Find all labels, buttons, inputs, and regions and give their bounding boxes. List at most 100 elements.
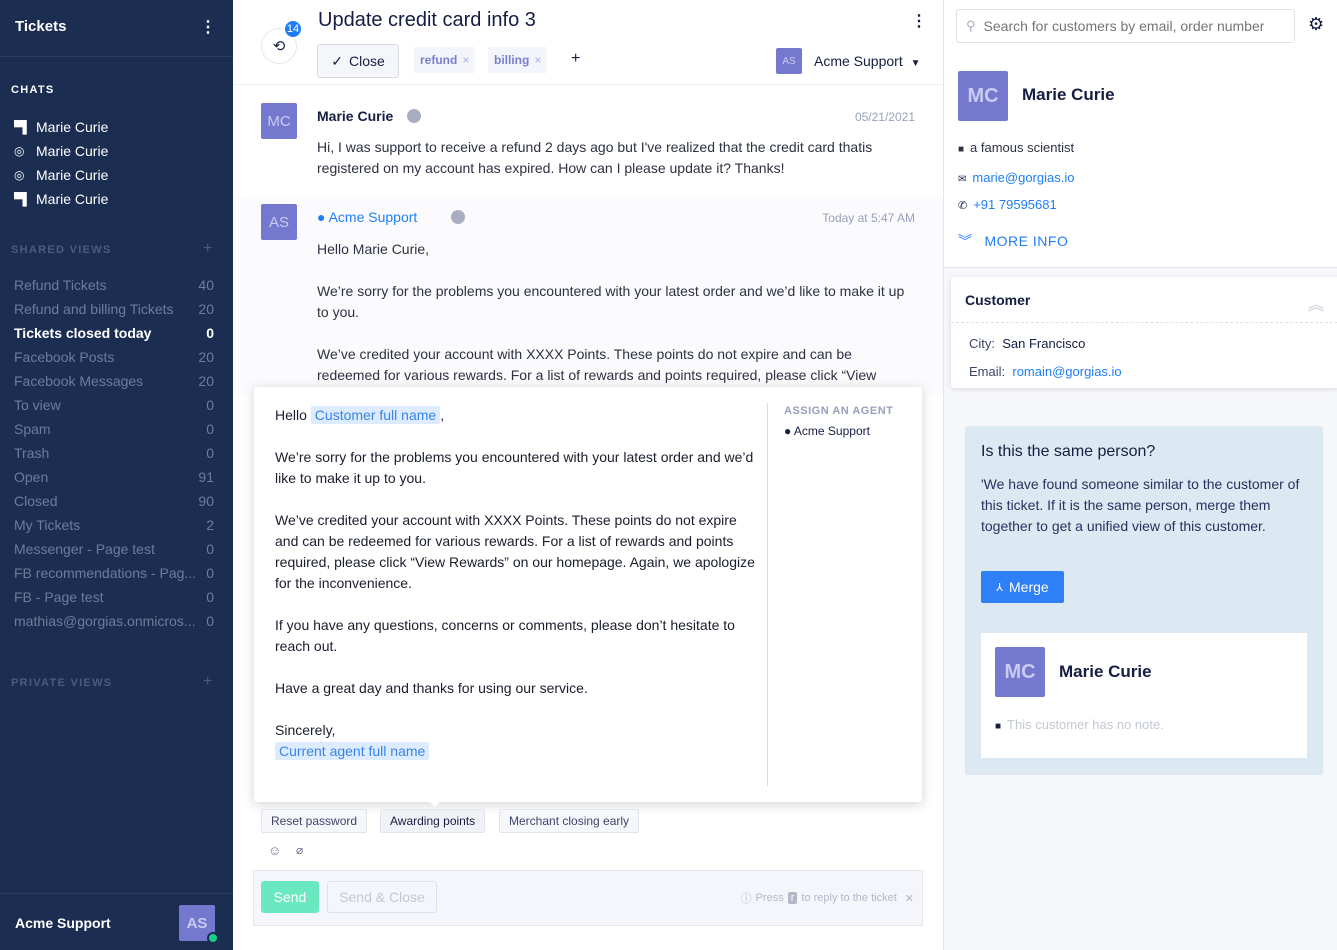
chat-icon: ▀▌ xyxy=(14,192,32,206)
send-and-close-button[interactable]: Send & Close xyxy=(327,881,437,913)
add-shared-view-icon[interactable]: + xyxy=(203,240,212,258)
message-body: Hello Marie Curie, We’re sorry for the p… xyxy=(317,239,917,386)
sidebar-view-item[interactable]: To view 0 xyxy=(14,395,214,415)
sidebar-chat-item[interactable]: ▀▌ Marie Curie xyxy=(14,189,108,209)
sidebar-chat-item[interactable]: ◎ Marie Curie xyxy=(14,141,108,161)
view-count: 20 xyxy=(198,301,214,317)
email-text: marie@gorgias.io xyxy=(972,170,1075,185)
view-label: To view xyxy=(14,397,61,413)
hint-text: Press xyxy=(755,892,784,904)
add-tag-button[interactable]: + xyxy=(571,50,580,68)
sidebar-view-item[interactable]: FB recommendations - Pag... 0 xyxy=(14,563,214,583)
sidebar-view-item[interactable]: Facebook Messages 20 xyxy=(14,371,214,391)
customer-email[interactable]: ✉ marie@gorgias.io xyxy=(958,170,1074,185)
info-icon: ⓘ xyxy=(740,893,752,905)
ticket-menu-icon[interactable]: ⋮ xyxy=(911,11,927,31)
customer-phone[interactable]: ✆ +91 79595681 xyxy=(958,197,1057,212)
macro-button[interactable]: Reset password xyxy=(261,809,368,833)
view-count: 0 xyxy=(206,565,214,581)
attachment-icon[interactable]: ⌀ xyxy=(296,843,303,857)
macro-button[interactable]: Awarding points xyxy=(380,809,486,833)
dismiss-hint-icon[interactable]: ✕ xyxy=(905,892,914,905)
divider xyxy=(0,893,233,894)
chat-name: Marie Curie xyxy=(36,191,109,207)
avatar: MC xyxy=(995,647,1045,697)
message-agent: AS ● Acme Support Today at 5:47 AM Hello… xyxy=(233,196,943,396)
customer-widget: Customer ︽ City: San Francisco Email: ro… xyxy=(951,277,1337,388)
tag-billing[interactable]: billing × xyxy=(488,47,548,73)
view-label: Messenger - Page test xyxy=(14,541,155,557)
field-label: Email: xyxy=(969,364,1006,379)
merge-icon: ⅄ xyxy=(996,581,1004,594)
city-field: City: San Francisco xyxy=(969,336,1085,351)
assign-agent-value: ● Acme Support xyxy=(784,424,870,438)
view-count: 0 xyxy=(206,445,214,461)
shared-views-heading: SHARED VIEWS xyxy=(11,244,112,256)
assignee-avatar: AS xyxy=(776,48,802,74)
agent-name-variable: Current agent full name xyxy=(275,742,430,760)
chat-name: Marie Curie xyxy=(36,143,109,159)
sidebar-view-item[interactable]: My Tickets 2 xyxy=(14,515,214,535)
merge-label: Merge xyxy=(1009,579,1049,595)
sidebar-view-item[interactable]: Facebook Posts 20 xyxy=(14,347,214,367)
sidebar-view-item[interactable]: Refund and billing Tickets 20 xyxy=(14,299,214,319)
customer-panel: ⚲ ⚙ MC Marie Curie ■ a famous scientist ✉… xyxy=(943,0,1337,950)
history-count-badge: 14 xyxy=(283,19,303,39)
remove-tag-icon[interactable]: × xyxy=(534,53,541,67)
sidebar-view-item[interactable]: Refund Tickets 40 xyxy=(14,275,214,295)
check-icon: ✓ xyxy=(331,52,343,69)
sidebar-view-item[interactable]: Tickets closed today 0 xyxy=(14,323,214,343)
macro-preview-popup: Hello Customer full name, We’re sorry fo… xyxy=(254,387,922,802)
sidebar-view-item[interactable]: Closed 90 xyxy=(14,491,214,511)
view-label: Refund Tickets xyxy=(14,277,107,293)
assign-agent-heading: ASSIGN AN AGENT xyxy=(784,405,894,417)
view-label: FB - Page test xyxy=(14,589,104,605)
messenger-icon: ◎ xyxy=(14,144,25,158)
message-author: ● Acme Support xyxy=(317,209,417,225)
sidebar-chat-item[interactable]: ◎ Marie Curie xyxy=(14,165,108,185)
chat-name: Marie Curie xyxy=(36,167,109,183)
field-value: San Francisco xyxy=(1002,336,1086,351)
sidebar-view-item[interactable]: Spam 0 xyxy=(14,419,214,439)
sidebar-view-item[interactable]: FB - Page test 0 xyxy=(14,587,214,607)
search-icon: ⚲ xyxy=(966,18,976,33)
field-label: City: xyxy=(969,336,995,351)
similar-customer-name: Marie Curie xyxy=(1059,662,1152,681)
ticket-title[interactable]: Update credit card info 3 xyxy=(318,9,536,32)
customer-search[interactable]: ⚲ xyxy=(956,9,1295,43)
merge-button[interactable]: ⅄ Merge xyxy=(981,571,1064,603)
view-count: 0 xyxy=(206,613,214,629)
view-label: Open xyxy=(14,469,49,485)
view-count: 20 xyxy=(198,373,214,389)
close-ticket-button[interactable]: ✓ Close xyxy=(317,44,399,78)
sidebar-title: Tickets xyxy=(15,18,67,35)
sidebar-view-item[interactable]: Open 91 xyxy=(14,467,214,487)
merge-title: Is this the same person? xyxy=(981,443,1156,460)
assignee-dropdown[interactable]: Acme Support ▼ xyxy=(814,53,921,69)
add-private-view-icon[interactable]: + xyxy=(203,673,212,691)
field-value[interactable]: romain@gorgias.io xyxy=(1012,364,1121,379)
view-label: Facebook Messages xyxy=(14,373,144,389)
customer-name[interactable]: Marie Curie xyxy=(1022,85,1115,105)
customer-search-input[interactable] xyxy=(983,18,1289,34)
gear-icon[interactable]: ⚙ xyxy=(1308,14,1324,35)
note-text: This customer has no note. xyxy=(1007,717,1164,732)
remove-tag-icon[interactable]: × xyxy=(462,53,469,67)
widget-title: Customer xyxy=(965,292,1031,308)
similar-customer-card[interactable]: MC Marie Curie ■ This customer has no not… xyxy=(981,633,1307,758)
sidebar-view-item[interactable]: Trash 0 xyxy=(14,443,214,463)
tag-refund[interactable]: refund × xyxy=(414,47,476,73)
paragraph: Hello Marie Curie, xyxy=(317,241,430,257)
more-info-button[interactable]: ︾ MORE INFO xyxy=(958,231,1068,251)
collapse-icon[interactable]: ︽ xyxy=(1308,291,1324,315)
send-button[interactable]: Send xyxy=(261,881,319,913)
kebab-icon[interactable]: ⋮ xyxy=(200,17,216,37)
emoji-icon[interactable]: ☺ xyxy=(268,843,281,858)
view-label: Facebook Posts xyxy=(14,349,115,365)
macro-button[interactable]: Merchant closing early xyxy=(499,809,640,833)
sidebar-view-item[interactable]: mathias@gorgias.onmicros... 0 xyxy=(14,611,214,631)
customer-note[interactable]: ■ a famous scientist xyxy=(958,140,1074,155)
sidebar-view-item[interactable]: Messenger - Page test 0 xyxy=(14,539,214,559)
view-label: mathias@gorgias.onmicros... xyxy=(14,613,196,629)
sidebar-chat-item[interactable]: ▀▌ Marie Curie xyxy=(14,117,108,137)
